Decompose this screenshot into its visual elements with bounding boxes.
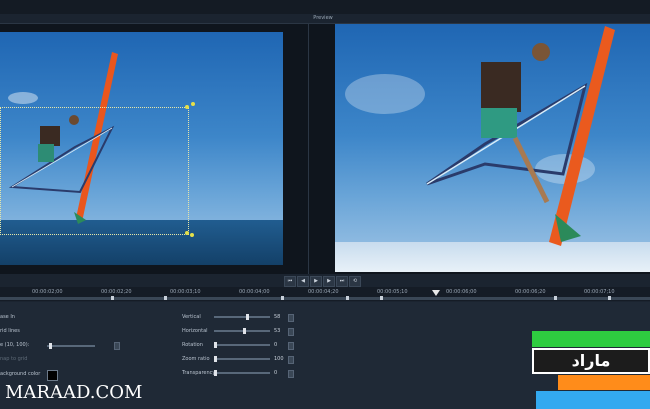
logo-blue-bar xyxy=(536,391,650,409)
logo-green-bar xyxy=(532,331,650,347)
transparency-spinner[interactable] xyxy=(288,370,294,378)
preview-label: Preview xyxy=(313,15,333,21)
grid-size-spinner[interactable] xyxy=(114,342,120,350)
vertical-value[interactable]: 58 xyxy=(274,314,280,320)
ease-in-label: ase In xyxy=(0,314,15,320)
timeline-track[interactable] xyxy=(0,297,650,300)
resize-handle-mid-right[interactable] xyxy=(185,105,189,109)
resize-handle-bottom-right[interactable] xyxy=(185,231,189,235)
prev-frame-button[interactable]: ◀ xyxy=(297,276,309,287)
keyframe-marker[interactable] xyxy=(281,296,284,300)
keyframe-marker[interactable] xyxy=(554,296,557,300)
tick-label: 00:00:04;00 xyxy=(239,289,270,295)
transport-controls: ⏮ ◀ ▶ ▶ ⏭ ⟲ xyxy=(284,276,361,287)
param-label: Rotation xyxy=(182,342,203,348)
vertical-slider[interactable] xyxy=(214,314,270,320)
preview-panel xyxy=(309,24,650,274)
zoom-ratio-spinner[interactable] xyxy=(288,356,294,364)
grid-size-knob[interactable] xyxy=(49,343,52,349)
tick-label: 00:00:03;10 xyxy=(170,289,201,295)
slider-knob[interactable] xyxy=(243,328,246,334)
slider-knob[interactable] xyxy=(214,356,217,362)
edit-canvas-panel xyxy=(0,24,308,274)
grid-lines-label: rid lines xyxy=(0,328,20,334)
param-label: Vertical xyxy=(182,314,201,320)
horizontal-value[interactable]: 53 xyxy=(274,328,280,334)
next-frame-button[interactable]: ▶ xyxy=(323,276,335,287)
horizontal-spinner[interactable] xyxy=(288,328,294,336)
tick-label: 00:00:02;00 xyxy=(32,289,63,295)
background-color-swatch[interactable] xyxy=(47,370,58,381)
horizontal-slider[interactable] xyxy=(214,328,270,334)
tick-label: 00:00:04;20 xyxy=(308,289,339,295)
transparency-slider[interactable] xyxy=(214,370,270,376)
tick-label: 00:00:02;20 xyxy=(101,289,132,295)
slider-knob[interactable] xyxy=(214,370,217,376)
selection-box[interactable] xyxy=(0,107,189,235)
top-bar xyxy=(0,0,650,14)
background-color-label: ackground color xyxy=(0,371,41,377)
vertical-spinner[interactable] xyxy=(288,314,294,322)
grid-size-slider[interactable] xyxy=(47,343,95,349)
play-button[interactable]: ▶ xyxy=(310,276,322,287)
playhead-marker[interactable] xyxy=(432,290,440,296)
keyframe-marker[interactable] xyxy=(111,296,114,300)
rotation-spinner[interactable] xyxy=(288,342,294,350)
keyframe-marker[interactable] xyxy=(164,296,167,300)
transparency-value[interactable]: 0 xyxy=(274,370,277,376)
keyframe-marker[interactable] xyxy=(608,296,611,300)
param-label: Zoom ratio xyxy=(182,356,210,362)
rotation-value[interactable]: 0 xyxy=(274,342,277,348)
logo-black-bar: ماراد xyxy=(532,348,650,374)
snap-to-grid-label: nap to grid xyxy=(0,356,28,362)
tick-label: 00:00:05;10 xyxy=(377,289,408,295)
watermark-text: MARAAD.COM xyxy=(5,382,143,403)
keyframe-marker[interactable] xyxy=(346,296,349,300)
rotation-slider[interactable] xyxy=(214,342,270,348)
slider-knob[interactable] xyxy=(246,314,249,320)
resize-handle-bottom-right-2[interactable] xyxy=(190,233,194,237)
tick-label: 00:00:06;20 xyxy=(515,289,546,295)
zoom-ratio-slider[interactable] xyxy=(214,356,270,362)
preview-windsurfer-image xyxy=(426,26,615,246)
logo-orange-bar xyxy=(558,375,650,390)
go-to-start-button[interactable]: ⏮ xyxy=(284,276,296,287)
grid-size-label: e (10, 100): xyxy=(0,342,30,348)
go-to-end-button[interactable]: ⏭ xyxy=(336,276,348,287)
slider-knob[interactable] xyxy=(214,342,217,348)
tick-label: 00:00:07;10 xyxy=(584,289,615,295)
param-label: Horizontal xyxy=(182,328,208,334)
tick-label: 00:00:06;00 xyxy=(446,289,477,295)
resize-handle-top-right[interactable] xyxy=(191,102,195,106)
maraad-logo: ماراد xyxy=(532,331,650,409)
param-label: Transparency xyxy=(182,370,216,376)
zoom-ratio-value[interactable]: 100 xyxy=(274,356,284,362)
preview-frame xyxy=(335,24,650,272)
loop-button[interactable]: ⟲ xyxy=(349,276,361,287)
keyframe-marker[interactable] xyxy=(380,296,383,300)
